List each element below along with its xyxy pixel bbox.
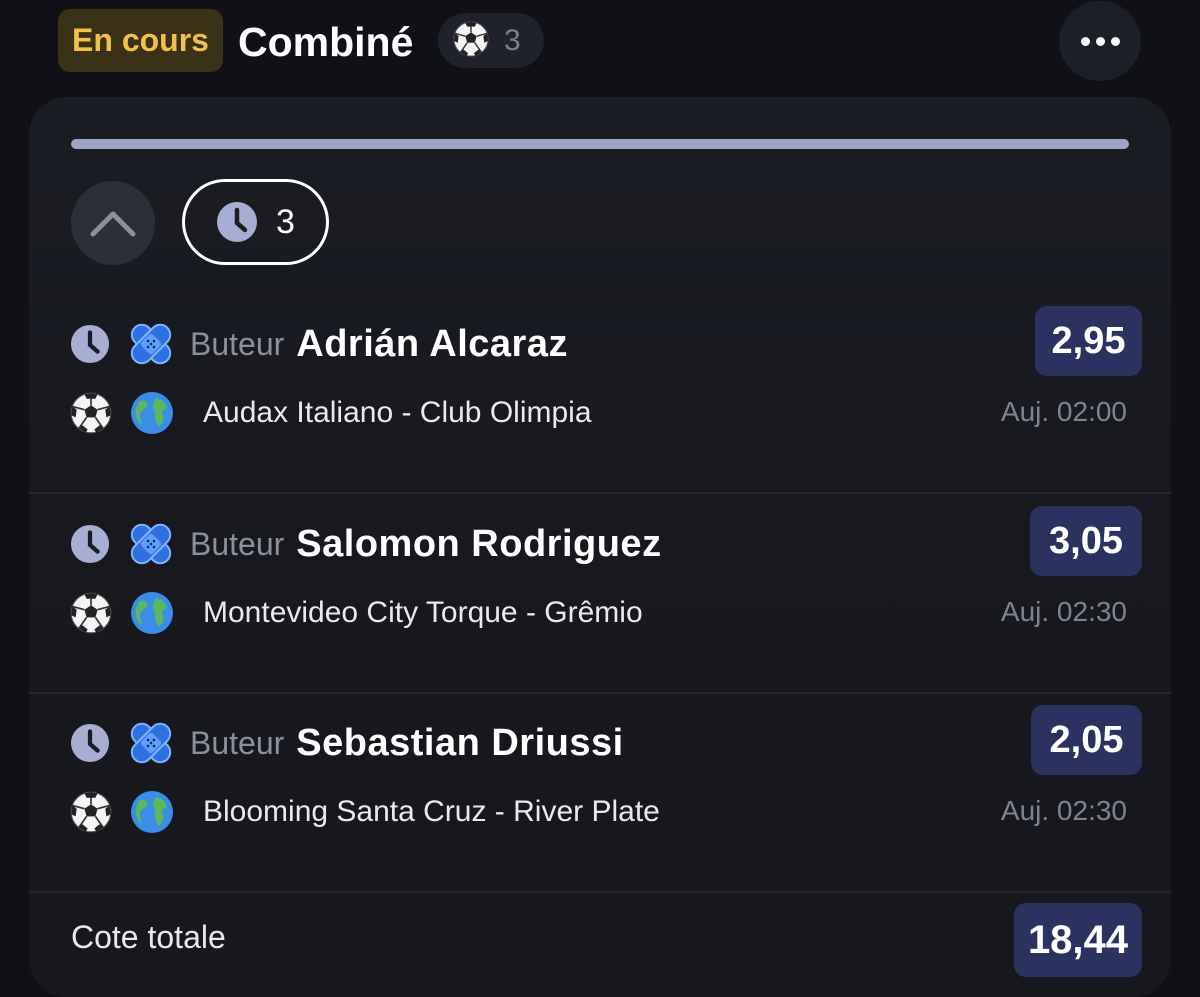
soccer-ball-icon	[452, 20, 490, 62]
match-name: Montevideo City Torque - Grêmio	[203, 596, 643, 629]
clock-icon	[70, 723, 110, 763]
market-label: Buteur	[190, 525, 285, 562]
selection-row[interactable]: Buteur Salomon Rodriguez 3,05 Montevideo…	[29, 496, 1171, 694]
player-name: Adrián Alcaraz	[296, 322, 568, 365]
total-odds-badge: 18,44	[1014, 903, 1142, 977]
chevron-up-icon	[90, 211, 136, 237]
selection-row[interactable]: Buteur Sebastian Driussi 2,05 Blooming S…	[29, 695, 1171, 893]
bet-title: Combiné	[238, 19, 414, 65]
status-badge: En cours	[58, 9, 223, 72]
soccer-ball-icon	[70, 791, 112, 833]
match-time: Auj. 02:30	[1000, 596, 1127, 627]
clock-icon	[217, 202, 258, 242]
market-label: Buteur	[190, 325, 285, 362]
globe-icon	[131, 592, 173, 634]
pending-count: 3	[276, 202, 295, 241]
bandage-icon	[130, 523, 172, 565]
globe-icon	[131, 791, 173, 833]
more-dot	[1110, 36, 1120, 46]
selection-row[interactable]: Buteur Adrián Alcaraz 2,95 Audax Italian…	[29, 296, 1171, 494]
match-time: Auj. 02:30	[1000, 795, 1127, 826]
more-horizontal-icon	[1080, 36, 1090, 46]
match-time: Auj. 02:00	[1000, 396, 1127, 427]
total-odds-label: Cote totale	[71, 919, 226, 955]
clock-icon	[70, 524, 110, 564]
sport-count-pill: 3	[438, 13, 544, 68]
odds-badge: 2,05	[1031, 705, 1142, 775]
soccer-ball-icon	[70, 392, 112, 434]
match-name: Blooming Santa Cruz - River Plate	[203, 795, 660, 828]
soccer-ball-icon	[70, 592, 112, 634]
more-dot	[1095, 36, 1105, 46]
collapse-button[interactable]	[71, 181, 155, 265]
market-label: Buteur	[190, 724, 285, 761]
bandage-icon	[130, 722, 172, 764]
total-odds-row: Cote totale 18,44	[29, 897, 1171, 997]
match-name: Audax Italiano - Club Olimpia	[203, 396, 592, 429]
bet-header: En cours Combiné 3	[0, 0, 1200, 96]
odds-badge: 2,95	[1035, 306, 1142, 376]
clock-icon	[70, 324, 110, 364]
bet-progress-bar	[71, 139, 1129, 149]
pending-filter-pill[interactable]: 3	[182, 179, 329, 265]
bandage-icon	[130, 323, 172, 365]
player-name: Sebastian Driussi	[296, 721, 624, 764]
odds-badge: 3,05	[1030, 506, 1142, 576]
player-name: Salomon Rodriguez	[296, 522, 662, 565]
bet-card: 3 Buteur Adrián Alcaraz 2,95 Audax Itali…	[29, 97, 1171, 997]
more-options-button[interactable]	[1059, 1, 1141, 81]
sport-count: 3	[504, 23, 521, 57]
globe-icon	[131, 392, 173, 434]
